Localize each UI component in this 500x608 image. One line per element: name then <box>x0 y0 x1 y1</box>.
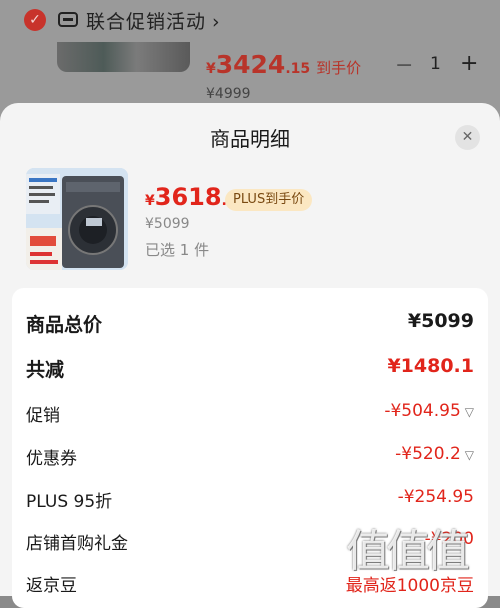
cart-product-image[interactable] <box>57 42 190 72</box>
breakdown-row-total: 商品总价 ¥5099 <box>26 310 474 340</box>
sheet-title: 商品明细 <box>210 127 290 151</box>
quantity-plus-button[interactable]: + <box>460 51 478 76</box>
store-title[interactable]: 联合促销活动 › <box>86 7 221 34</box>
breakdown-label: 共减 <box>26 359 65 381</box>
chevron-down-icon[interactable]: ▽ <box>465 448 474 462</box>
breakdown-value-wrap: -¥520.2 ▽ <box>395 444 474 464</box>
breakdown-label: 返京豆 <box>26 576 77 596</box>
product-selected-count: 已选 1 件 <box>145 241 210 259</box>
breakdown-label: 商品总价 <box>26 314 103 336</box>
product-thumbnail[interactable] <box>26 168 128 270</box>
breakdown-label: 店铺首购礼金 <box>26 534 128 554</box>
checked-icon[interactable]: ✓ <box>24 9 46 31</box>
quantity-value[interactable]: 1 <box>430 54 441 74</box>
breakdown-value-wrap: -¥504.95 ▽ <box>384 401 474 421</box>
breakdown-label: PLUS 95折 <box>26 492 113 512</box>
breakdown-label: 促销 <box>26 406 60 426</box>
breakdown-value: -¥254.95 <box>397 487 474 507</box>
cart-price-symbol: ¥ <box>206 61 216 77</box>
watermark-logo: 值值值 <box>346 526 470 577</box>
breakdown-row-promotion[interactable]: 促销 -¥504.95 ▽ <box>26 401 474 431</box>
breakdown-row-coupon[interactable]: 优惠券 -¥520.2 ▽ <box>26 444 474 474</box>
breakdown-value: ¥5099 <box>407 310 474 332</box>
product-price-symbol: ¥ <box>145 193 155 209</box>
chevron-down-icon[interactable]: ▽ <box>465 405 474 419</box>
product-price: ¥3618.9 <box>145 183 237 211</box>
cart-price: ¥3424.15 到手价 <box>206 50 361 79</box>
store-title-text: 联合促销活动 <box>86 11 207 33</box>
store-icon <box>58 12 78 27</box>
breakdown-row-plus: PLUS 95折 -¥254.95 <box>26 487 474 517</box>
cart-price-dec: .15 <box>285 61 311 77</box>
quantity-minus-button[interactable]: − <box>395 53 413 78</box>
cart-price-int: 3424 <box>215 50 286 79</box>
product-price-int: 3618 <box>154 183 222 211</box>
close-button[interactable]: ✕ <box>455 125 480 150</box>
plus-price-badge: PLUS到手价 <box>225 189 313 211</box>
breakdown-value: -¥520.2 <box>395 444 461 464</box>
cart-original-price: ¥4999 <box>206 86 251 102</box>
breakdown-label: 优惠券 <box>26 449 77 469</box>
chevron-right-icon: › <box>212 11 221 33</box>
breakdown-row-discount-total: 共减 ¥1480.1 <box>26 355 474 385</box>
washing-machine-image <box>26 168 128 270</box>
cart-price-tag: 到手价 <box>316 59 362 77</box>
breakdown-value: -¥504.95 <box>384 401 461 421</box>
product-original-price: ¥5099 <box>145 216 190 232</box>
breakdown-value: ¥1480.1 <box>387 355 474 377</box>
